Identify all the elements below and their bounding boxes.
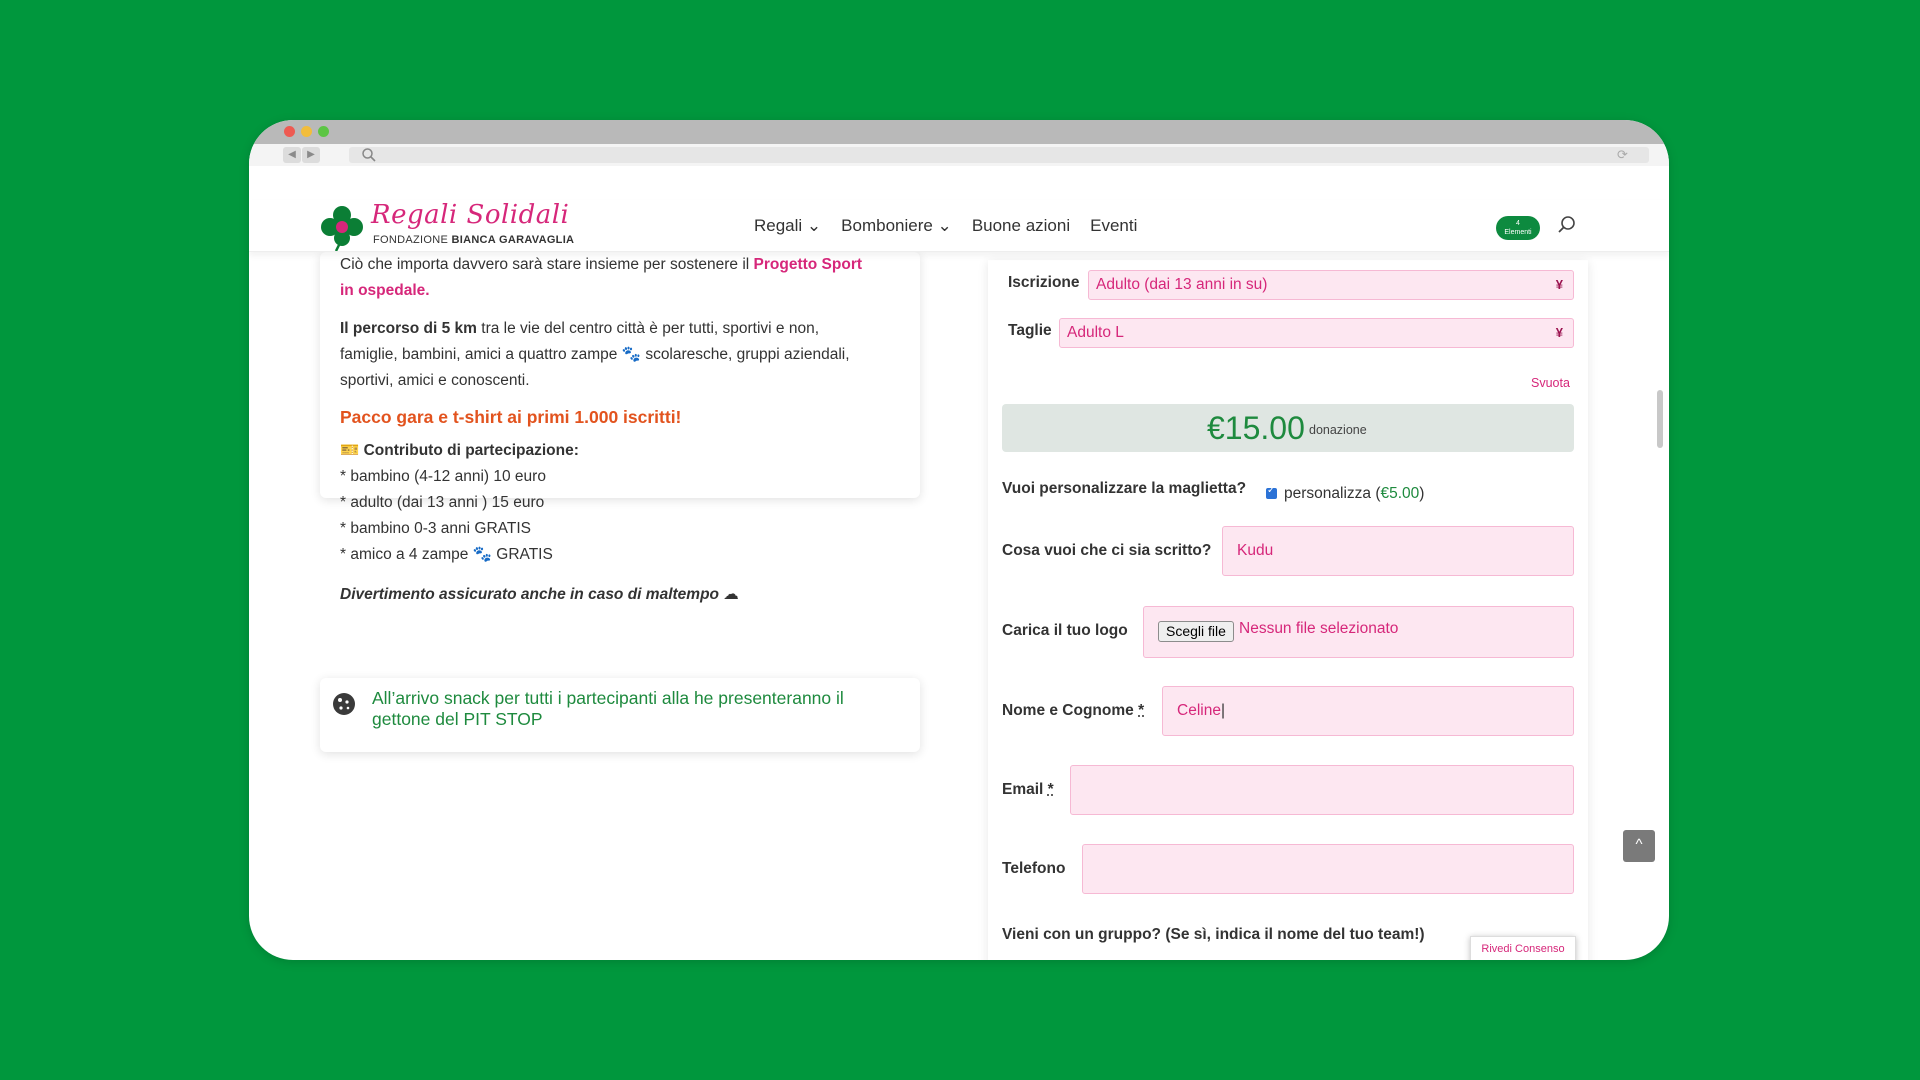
forward-arrow-icon[interactable]: ▶ [302, 147, 320, 163]
text-cursor: | [1220, 702, 1225, 719]
personalize-label: Vuoi personalizzare la maglietta? [1002, 480, 1247, 497]
event-description-card: Ciò che importa davvero sarà stare insie… [320, 252, 920, 603]
taglie-value: Adulto L [1067, 324, 1124, 341]
cart-count: 4 [1516, 220, 1520, 227]
iscrizione-value: Adulto (dai 13 anni in su) [1096, 276, 1268, 293]
phone-label: Telefono [1002, 860, 1066, 877]
site-header: Regali Solidali FONDAZIONE BIANCA GARAVA… [249, 200, 1669, 252]
browser-window: ◀ ▶ ⟳ Regali Solidali FONDAZIONE BIANCA … [249, 120, 1669, 960]
contribution-item: * bambino 0-3 anni GRATIS [340, 520, 531, 537]
chevron-down-icon: ¥ [1555, 277, 1563, 292]
route-line-1: Il percorso di 5 km tra le vie del centr… [340, 316, 819, 342]
contribution-heading: 🎫 Contributo di partecipazione: [340, 442, 579, 459]
name-input[interactable]: Celine| [1162, 686, 1574, 736]
phone-input[interactable] [1082, 844, 1574, 894]
file-status: Nessun file selezionato [1239, 620, 1399, 637]
group-label: Vieni con un gruppo? (Se sì, indica il n… [1002, 926, 1425, 943]
menu-item-bomboniere[interactable]: Bomboniere ⌄ [841, 216, 952, 236]
taglie-label: Taglie [1008, 322, 1052, 339]
menu-item-buone-azioni[interactable]: Buone azioni [972, 216, 1070, 236]
write-label: Cosa vuoi che ci sia scritto? [1002, 542, 1212, 559]
price-value: €15.00 [1207, 410, 1305, 446]
contribution-item: * amico a 4 zampe 🐾 GRATIS [340, 546, 553, 563]
price-box: €15.00 donazione [1002, 404, 1574, 452]
personalize-option[interactable]: personalizza (€5.00) [1266, 485, 1424, 503]
search-icon [362, 148, 376, 162]
price-subtitle: donazione [1309, 423, 1367, 437]
intro-line-1: Ciò che importa davvero sarà stare insie… [340, 252, 862, 278]
name-value: Celine [1177, 702, 1221, 719]
reload-icon[interactable]: ⟳ [1617, 147, 1633, 163]
required-mark: * [1047, 781, 1054, 798]
write-text-input[interactable]: Kudu [1222, 526, 1574, 576]
contribution-item: * adulto (dai 13 anni ) 15 euro [340, 494, 545, 511]
registration-form: Iscrizione Adulto (dai 13 anni in su) ¥ … [988, 260, 1588, 960]
logo-upload-label: Carica il tuo logo [1002, 622, 1128, 639]
route-distance: Il percorso di 5 km [340, 320, 477, 337]
title-bar [249, 120, 1669, 144]
intro-text: Ciò che importa davvero sarà stare insie… [340, 256, 754, 273]
email-input[interactable] [1070, 765, 1574, 815]
address-bar[interactable] [349, 147, 1649, 163]
browser-toolbar: ◀ ▶ ⟳ [249, 144, 1669, 166]
minimize-window-button[interactable] [301, 126, 312, 137]
logo-sub-bold: BIANCA GARAVAGLIA [451, 234, 575, 246]
route-line-2: famiglie, bambini, amici a quattro zampe… [340, 346, 850, 363]
name-label-text: Nome e Cognome [1002, 702, 1134, 719]
chevron-down-icon: ¥ [1555, 325, 1563, 340]
personalize-checkbox[interactable] [1266, 485, 1277, 500]
back-arrow-icon[interactable]: ◀ [283, 147, 301, 163]
personalize-close: ) [1419, 485, 1425, 502]
menu-item-eventi[interactable]: Eventi [1090, 216, 1137, 236]
route-text: tra le vie del centro città è per tutti,… [476, 320, 819, 337]
personalize-price: €5.00 [1380, 485, 1420, 502]
progetto-sport-link-cont[interactable]: in ospedale. [340, 278, 430, 304]
menu-item-regali[interactable]: Regali ⌄ [754, 216, 821, 236]
scroll-to-top-icon[interactable]: ^ [1623, 830, 1655, 862]
personalize-text: personalizza ( [1284, 485, 1381, 502]
logo-sub-plain: FONDAZIONE [373, 234, 452, 246]
email-label-text: Email [1002, 781, 1044, 798]
maximize-window-button[interactable] [318, 126, 329, 137]
review-consent-button[interactable]: Rivedi Consenso [1470, 936, 1576, 960]
progetto-sport-link[interactable]: Progetto Sport [754, 256, 863, 273]
route-line-3: sportivi, amici e conoscenti. [340, 372, 530, 389]
iscrizione-select[interactable]: Adulto (dai 13 anni in su) ¥ [1088, 270, 1574, 300]
snack-info-card: All’arrivo snack per tutti i partecipant… [320, 678, 920, 752]
page-scrollbar[interactable] [1657, 390, 1663, 448]
choose-file-button[interactable]: Scegli file [1158, 621, 1234, 642]
clover-logo-icon[interactable] [318, 203, 366, 251]
logo-file-input[interactable]: Scegli file Nessun file selezionato [1143, 606, 1574, 658]
name-label: Nome e Cognome * [1002, 702, 1144, 720]
weather-note: Divertimento assicurato anche in caso di… [340, 586, 739, 603]
close-window-button[interactable] [284, 126, 295, 137]
cart-label: Elementi [1504, 229, 1532, 236]
contribution-item: * bambino (4-12 anni) 10 euro [340, 468, 546, 485]
cookie-icon [333, 693, 355, 715]
svuota-link[interactable]: Svuota [1531, 376, 1570, 390]
taglie-select[interactable]: Adulto L ¥ [1059, 318, 1574, 348]
email-label: Email * [1002, 781, 1054, 799]
iscrizione-label: Iscrizione [1008, 274, 1080, 291]
cart-badge[interactable]: 4 Elementi [1496, 216, 1540, 240]
highlight-heading: Pacco gara e t-shirt ai primi 1.000 iscr… [340, 407, 682, 427]
logo-subtitle: FONDAZIONE BIANCA GARAVAGLIA [373, 234, 574, 246]
main-menu: Regali ⌄ Bomboniere ⌄ Buone azioni Event… [754, 216, 1137, 236]
snack-text: All’arrivo snack per tutti i partecipant… [372, 688, 844, 729]
required-mark: * [1138, 702, 1145, 719]
logo-title[interactable]: Regali Solidali [371, 200, 569, 230]
site-search-icon[interactable] [1556, 214, 1578, 236]
